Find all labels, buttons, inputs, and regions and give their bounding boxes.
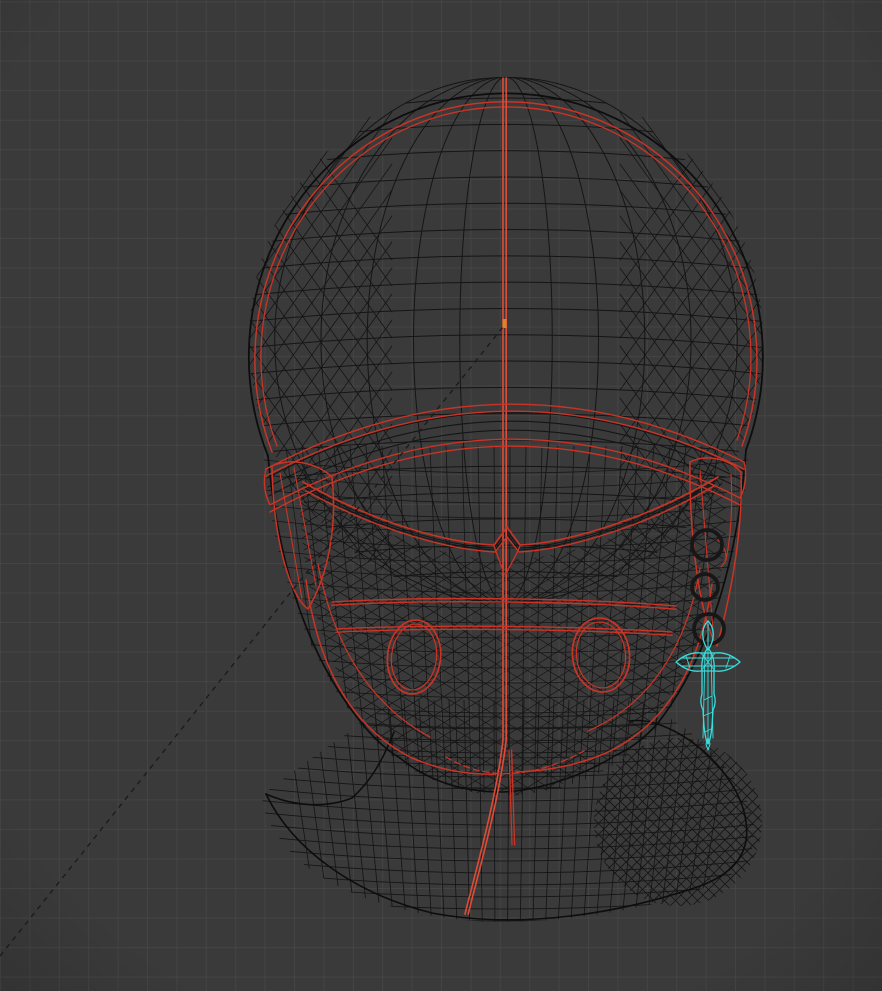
viewport-3d[interactable] xyxy=(0,0,882,991)
viewport-3d-container xyxy=(0,0,882,991)
pivot-point-marker xyxy=(503,319,507,328)
